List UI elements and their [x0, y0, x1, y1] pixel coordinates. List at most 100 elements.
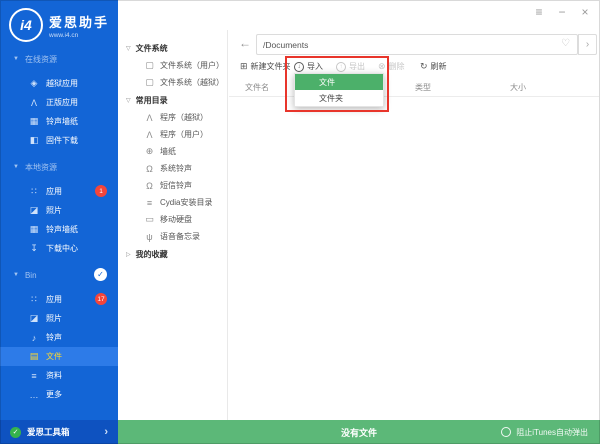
apps-icon: ∷ — [31, 186, 37, 196]
column-header-size[interactable]: 大小 — [510, 82, 526, 93]
tree-group-common-directories[interactable]: ▽ 常用目录 — [118, 91, 227, 109]
photos-icon: ◪ — [29, 205, 39, 215]
column-header-filename[interactable]: 文件名 — [245, 82, 269, 93]
menu-icon[interactable]: ≡ — [533, 5, 545, 19]
sidebar-item-device-apps[interactable]: ∷ 应用 17 — [0, 290, 118, 309]
tree-item-label: 移动硬盘 — [160, 215, 192, 224]
button-label: 新建文件夹 — [250, 62, 291, 71]
notification-badge: 17 — [95, 293, 107, 305]
ringtone-wallpaper-icon: ▦ — [29, 224, 39, 234]
sidebar-item-firmware-download[interactable]: ◧ 固件下载 — [0, 131, 118, 150]
download-center-icon: ↧ — [30, 243, 38, 253]
minimize-icon[interactable]: − — [556, 5, 568, 19]
tree-item-programs-jailbreak[interactable]: Λ 程序（越狱） — [118, 109, 227, 126]
sidebar-item-device-data[interactable]: ≡ 资料 — [0, 366, 118, 385]
toggle-circle-icon — [501, 427, 512, 437]
device-name-label: Bin — [24, 270, 37, 280]
more-icon: … — [29, 389, 39, 400]
delete-icon: ⊗ — [378, 61, 386, 71]
apps-icon: ∷ — [31, 294, 37, 304]
sidebar-item-device-photos[interactable]: ◪ 照片 — [0, 309, 118, 328]
tree-item-filesystem-user[interactable]: ▢ 文件系统（用户） — [118, 57, 227, 74]
genuine-apps-icon: Λ — [30, 97, 37, 108]
menu-item-folder[interactable]: 文件夹 — [295, 90, 383, 106]
new-folder-icon: ⊞ — [240, 61, 248, 71]
directory-tree-panel: ▽ 文件系统 ▢ 文件系统（用户） ▢ 文件系统（越狱） ▽ 常用目录 Λ 程序… — [118, 30, 228, 420]
tree-item-system-ringtones[interactable]: Ω 系统铃声 — [118, 160, 227, 177]
ringtone-icon: ♪ — [31, 332, 37, 343]
sidebar-item-label: 固件下载 — [46, 136, 78, 145]
sidebar-item-label: 铃声 — [46, 333, 62, 342]
button-label: 导入 — [307, 62, 323, 71]
tree-item-label: 语音备忘录 — [160, 232, 200, 241]
tree-item-portable-drive[interactable]: ▭ 移动硬盘 — [118, 211, 227, 228]
sidebar-section-online-resources[interactable]: ▼ 在线资源 — [0, 50, 118, 68]
sidebar-section-local-resources[interactable]: ▼ 本地资源 — [0, 158, 118, 176]
file-table-header: 文件名 类型 大小 — [229, 80, 599, 97]
menu-item-file[interactable]: 文件 — [295, 74, 383, 90]
tree-item-filesystem-jailbreak[interactable]: ▢ 文件系统（越狱） — [118, 74, 227, 91]
column-header-type[interactable]: 类型 — [415, 82, 431, 93]
empty-files-label: 没有文件 — [340, 427, 377, 438]
sidebar-item-device-more[interactable]: … 更多 — [0, 385, 118, 404]
tree-group-label: 文件系统 — [135, 43, 168, 53]
sidebar-item-local-photos[interactable]: ◪ 照片 — [0, 201, 118, 220]
sidebar-item-genuine-apps[interactable]: Λ 正版应用 — [0, 93, 118, 112]
tree-item-voice-memos[interactable]: ψ 语音备忘录 — [118, 228, 227, 245]
voice-memo-icon: ψ — [146, 231, 153, 242]
sidebar-item-label: 资料 — [46, 371, 62, 380]
data-icon: ≡ — [31, 370, 37, 381]
delete-button[interactable]: ⊗ 删除 — [378, 59, 405, 74]
tree-item-label: Cydia安装目录 — [160, 198, 213, 207]
jailbreak-apps-icon: ◈ — [30, 78, 38, 88]
sidebar-item-label: 更多 — [46, 390, 62, 399]
sidebar-item-device-files[interactable]: ▤ 文件 — [0, 347, 118, 366]
favorite-heart-icon[interactable]: ♡ — [561, 38, 570, 49]
new-folder-button[interactable]: ⊞ 新建文件夹 — [240, 59, 291, 74]
button-label: 刷新 — [430, 62, 447, 71]
wallpaper-icon: ⊕ — [145, 146, 154, 156]
tree-item-label: 文件系统（越狱） — [160, 78, 224, 87]
sidebar-item-local-apps[interactable]: ∷ 应用 1 — [0, 182, 118, 201]
program-icon: Λ — [146, 129, 153, 140]
chevron-down-icon: ▼ — [13, 272, 19, 278]
tree-item-sms-ringtones[interactable]: Ω 短信铃声 — [118, 177, 227, 194]
device-connected-check-icon: ✓ — [94, 268, 107, 281]
section-label: 在线资源 — [24, 54, 57, 64]
sidebar-item-download-center[interactable]: ↧ 下载中心 — [0, 239, 118, 258]
refresh-icon: ↻ — [420, 61, 428, 71]
sidebar-item-device-ringtones[interactable]: ♪ 铃声 — [0, 328, 118, 347]
photos-icon: ◪ — [29, 313, 39, 323]
sidebar-item-label: 越狱应用 — [46, 79, 78, 88]
window-controls: ≡ − × — [533, 5, 591, 19]
tree-item-programs-user[interactable]: Λ 程序（用户） — [118, 126, 227, 143]
sidebar-section-device-bin[interactable]: ▼ Bin ✓ — [0, 266, 118, 284]
tree-group-label: 我的收藏 — [135, 249, 168, 259]
sidebar-item-ringtone-wallpaper[interactable]: ▦ 铃声墙纸 — [0, 112, 118, 131]
sidebar-footer-toolbox[interactable]: ✓ 爱思工具箱 › — [0, 420, 118, 444]
import-button[interactable]: ↓ 导入 — [294, 59, 323, 74]
sidebar-item-jailbreak-apps[interactable]: ◈ 越狱应用 — [0, 74, 118, 93]
tree-group-favorites[interactable]: ▷ 我的收藏 — [118, 245, 227, 263]
check-circle-icon: ✓ — [10, 426, 21, 438]
tree-item-cydia-install-dir[interactable]: ≡ Cydia安装目录 — [118, 194, 227, 211]
sidebar-item-local-ringtone-wallpaper[interactable]: ▦ 铃声墙纸 — [0, 220, 118, 239]
chevron-down-icon: ▼ — [13, 164, 19, 170]
forward-button[interactable]: › — [578, 34, 597, 55]
tree-item-wallpaper[interactable]: ⊕ 墙纸 — [118, 143, 227, 160]
tree-group-filesystem[interactable]: ▽ 文件系统 — [118, 39, 227, 57]
refresh-button[interactable]: ↻ 刷新 — [420, 59, 447, 74]
path-input[interactable] — [256, 34, 578, 55]
back-arrow-icon[interactable]: ← — [239, 36, 251, 50]
bell-icon: Ω — [146, 180, 153, 191]
sidebar-item-label: 照片 — [46, 314, 62, 323]
export-button[interactable]: ↑ 导出 — [336, 59, 365, 74]
toolbox-label: 爱思工具箱 — [27, 427, 70, 437]
tree-item-label: 程序（越狱） — [160, 113, 208, 122]
tree-expand-icon: ▽ — [126, 45, 131, 52]
block-itunes-toggle[interactable]: 阻止iTunes自动弹出 — [501, 420, 588, 444]
close-icon[interactable]: × — [579, 5, 591, 19]
i4-logo-icon: i4 — [9, 8, 43, 42]
files-icon: ▤ — [29, 351, 39, 361]
sidebar-item-label: 文件 — [46, 352, 62, 361]
